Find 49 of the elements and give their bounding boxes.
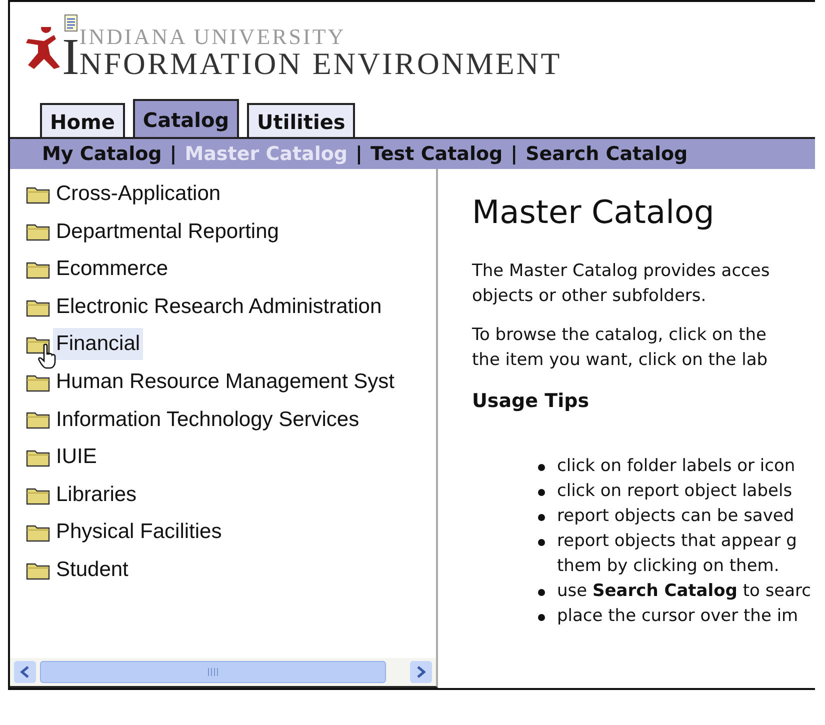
tree-item[interactable]: Departmental Reporting <box>53 216 282 248</box>
tip-text: report objects that appear g <box>557 530 797 553</box>
nav-link[interactable]: My Catalog <box>42 140 162 168</box>
tip-text: click on folder labels or icon <box>557 454 796 478</box>
tab[interactable]: Catalog <box>132 99 240 137</box>
separator: | <box>356 142 362 167</box>
tree-item[interactable]: Information Technology Services <box>53 404 362 436</box>
paragraph-line: The Master Catalog provides acces <box>472 260 771 284</box>
bullet-dot <box>538 614 545 621</box>
nav-link[interactable]: Search Catalog <box>526 140 688 168</box>
tree-item[interactable]: Libraries <box>53 478 140 510</box>
hand-cursor-icon <box>38 343 58 370</box>
tree-item[interactable]: Ecommerce <box>53 253 172 285</box>
scroll-right-button[interactable] <box>410 661 432 683</box>
tip-text: use Search Catalog to searc <box>557 580 812 603</box>
tree-item[interactable]: Financial <box>53 328 144 360</box>
logo-text: NFORMATION ENVIRONMENT <box>79 48 562 78</box>
scroll-left-button[interactable] <box>14 661 36 683</box>
bullet-dot <box>538 464 545 471</box>
page-title: Master Catalog <box>472 193 716 232</box>
tree-item[interactable]: Electronic Research Administration <box>53 290 385 322</box>
bullet-dot <box>538 488 545 496</box>
bullet-dot <box>538 514 545 521</box>
separator: | <box>510 142 518 167</box>
running-figure-icon <box>24 26 62 70</box>
tip-text: them by clicking on them. <box>557 554 780 578</box>
scrollbar-thumb[interactable] <box>40 661 386 683</box>
logo-text: INDIANA UNIVERSITY <box>79 26 347 48</box>
document-icon <box>64 14 78 32</box>
tree-item[interactable]: Physical Facilities <box>53 516 225 548</box>
horizontal-scrollbar[interactable] <box>10 658 436 686</box>
tip-text: place the cursor over the im <box>557 604 798 628</box>
bullet-dot <box>538 588 545 596</box>
tab[interactable]: Utilities <box>247 103 356 137</box>
tree-item[interactable]: IUIE <box>53 441 100 473</box>
paragraph-line: objects or other subfolders. <box>472 285 708 308</box>
paragraph-line: the item you want, click on the lab <box>472 349 769 372</box>
tree-item[interactable]: Human Resource Management Syst <box>53 366 398 398</box>
separator: | <box>170 142 177 167</box>
tree-item[interactable]: Cross-Application <box>53 178 224 210</box>
paragraph-line: To browse the catalog, click on the <box>472 324 768 348</box>
nav-link[interactable]: Test Catalog <box>370 140 503 168</box>
bullet-dot <box>538 538 545 546</box>
logo-text: I <box>62 32 80 84</box>
tip-text: click on report object labels <box>557 480 792 503</box>
section-heading: Usage Tips <box>472 389 590 414</box>
tree-item[interactable]: Student <box>53 554 132 586</box>
tab[interactable]: Home <box>40 103 125 137</box>
tip-text: report objects can be saved <box>557 504 794 528</box>
